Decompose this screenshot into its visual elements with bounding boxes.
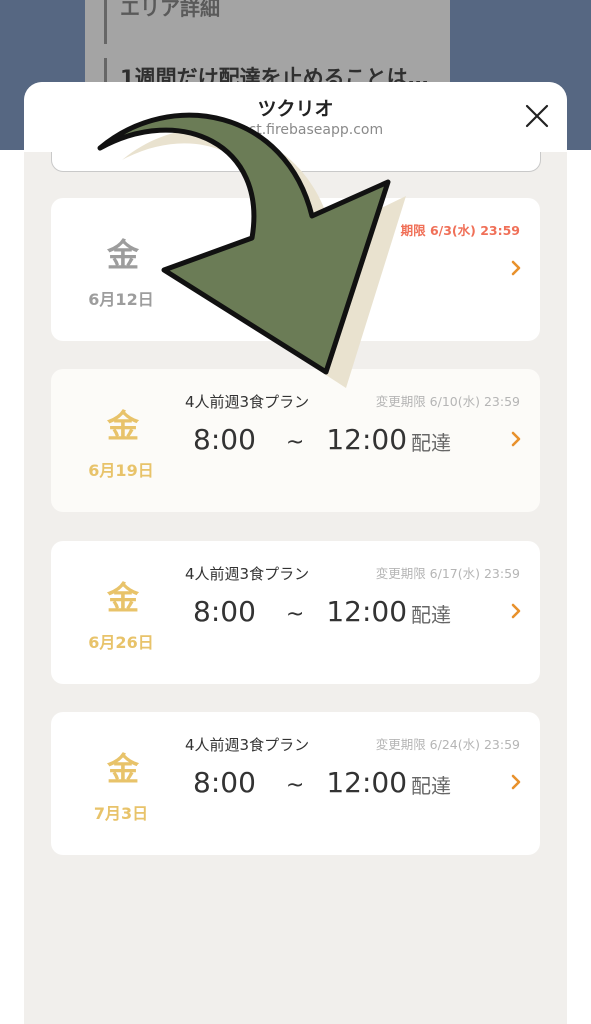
weekday-label: 金 <box>106 750 139 788</box>
time-start: 8:00 <box>193 423 256 456</box>
time-end: 12:00 <box>326 423 408 456</box>
deadline-label: 変更期限 6/24(水) 23:59 <box>375 737 520 752</box>
weekday-label: 金 <box>106 579 139 617</box>
time-end: 12:00 <box>326 595 408 628</box>
delivery-label: 配達 <box>411 774 451 798</box>
delivery-time: 8:00 ~12:00 <box>193 595 407 628</box>
date-label: 6月19日 <box>88 461 154 480</box>
plan-label: 4人前週3食プラン <box>185 565 310 583</box>
delivery-time: 8:00 ~12:00 <box>193 766 407 799</box>
delivery-time: 8:00 ~12:00 <box>193 423 407 456</box>
deadline-label: 変更期限 6/17(水) 23:59 <box>375 566 520 581</box>
time-end: 12:00 <box>326 766 408 799</box>
chevron-right-icon <box>511 431 521 447</box>
time-separator: ~ <box>285 602 305 627</box>
delivery-label: 配達 <box>411 431 451 455</box>
time-start: 8:00 <box>193 595 256 628</box>
date-label: 7月3日 <box>93 804 149 823</box>
time-separator: ~ <box>285 430 305 455</box>
annotation-arrow-icon <box>97 112 406 388</box>
chevron-right-icon <box>511 603 521 619</box>
delivery-label: 配達 <box>411 603 451 627</box>
delivery-card[interactable]: 金 6月26日 4人前週3食プラン 変更期限 6/17(水) 23:59 8:0… <box>51 541 540 684</box>
delivery-card[interactable]: 金 7月3日 4人前週3食プラン 変更期限 6/24(水) 23:59 8:00… <box>51 712 540 855</box>
plan-label: 4人前週3食プラン <box>185 736 310 754</box>
date-label: 6月26日 <box>88 633 154 652</box>
time-separator: ~ <box>285 773 305 798</box>
time-start: 8:00 <box>193 766 256 799</box>
chevron-right-icon <box>511 774 521 790</box>
